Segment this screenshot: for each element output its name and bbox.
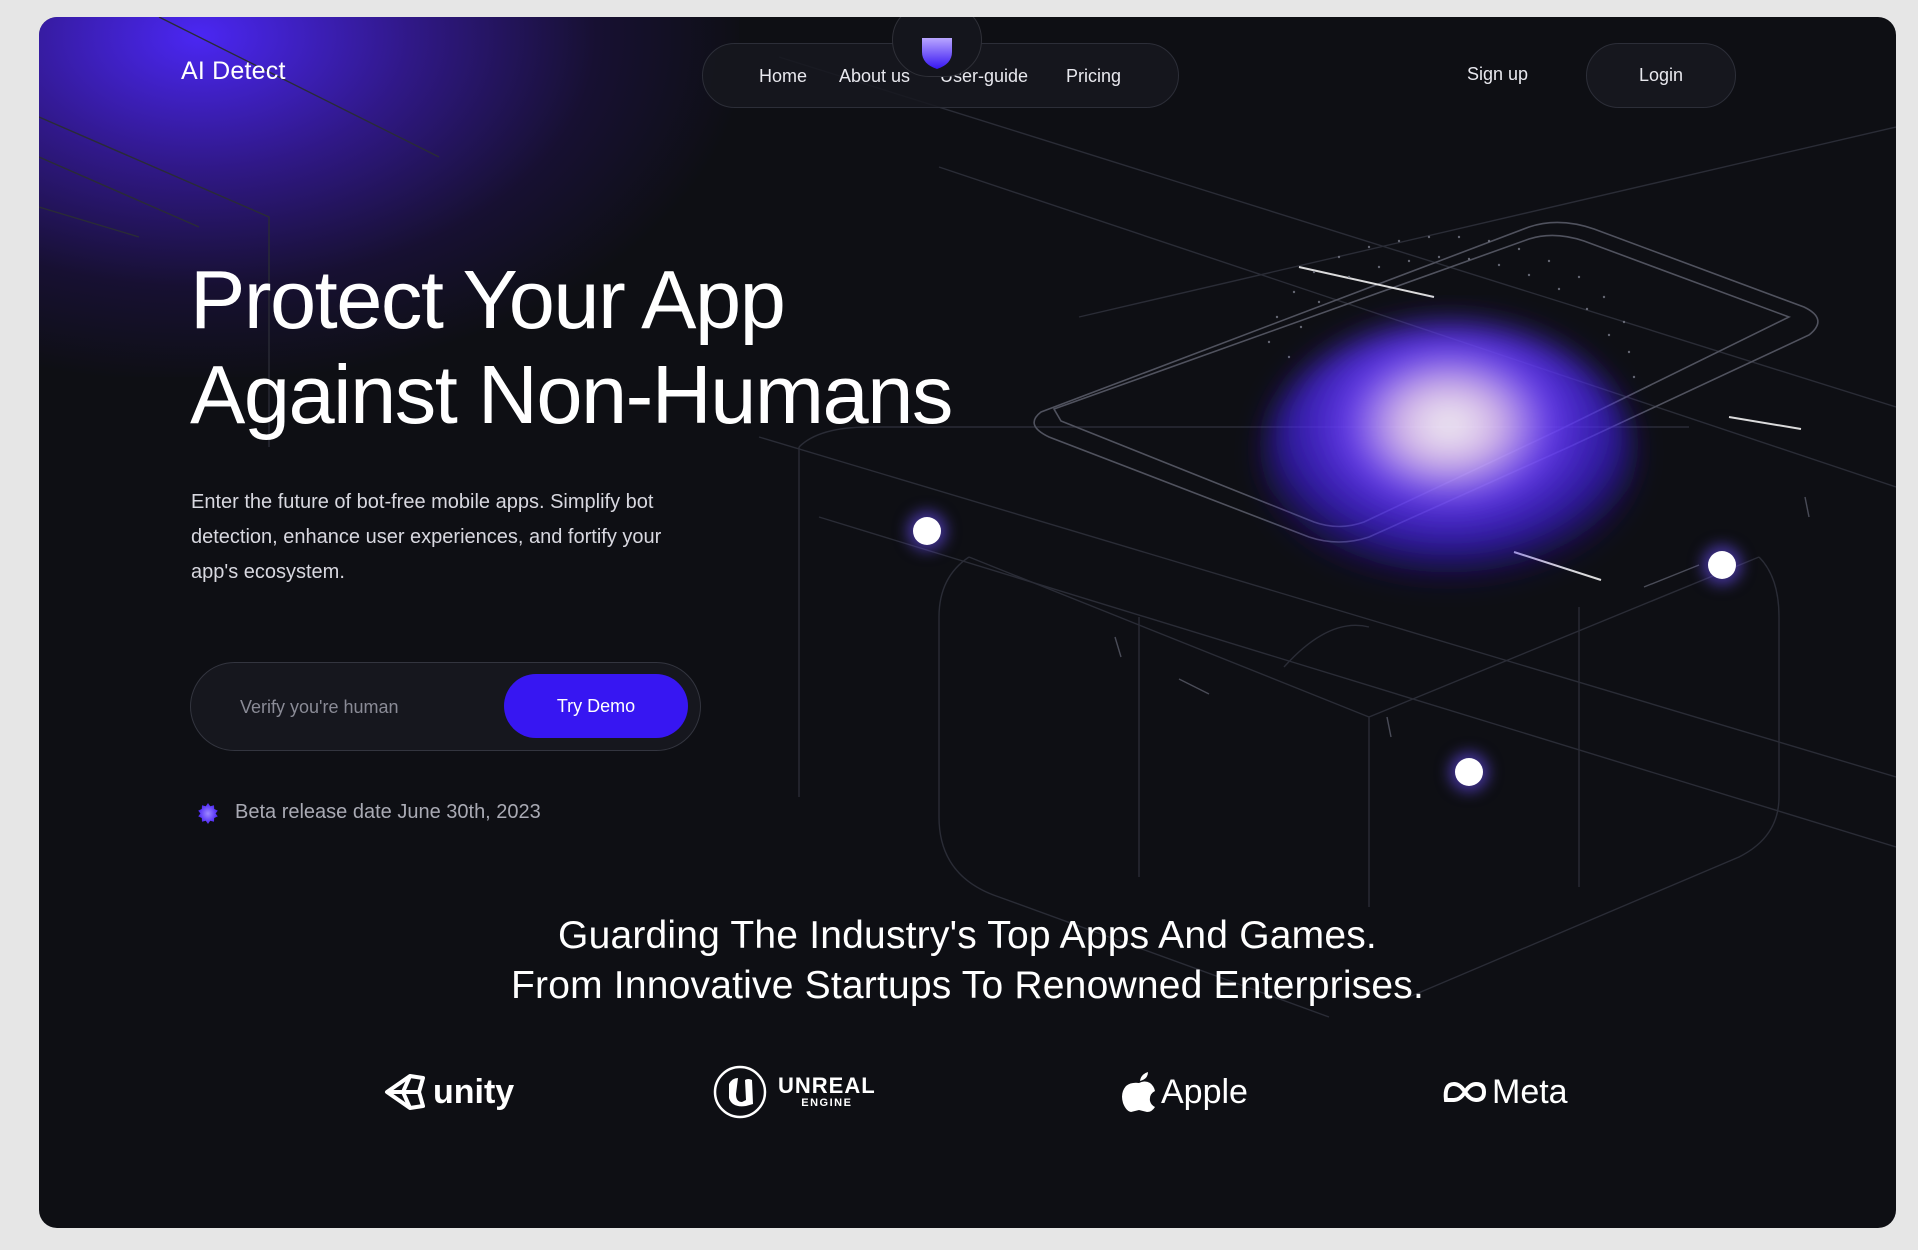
login-button[interactable]: Login [1586, 43, 1736, 108]
beta-text: Beta release date June 30th, 2023 [235, 801, 541, 823]
shield-icon [922, 38, 952, 69]
unity-logo-text: unity [433, 1072, 515, 1111]
partner-logo-unreal: UNREAL ENGINE [712, 1062, 876, 1122]
unreal-logo-text: UNREAL [778, 1073, 876, 1098]
nav-item-about[interactable]: About us [839, 66, 910, 87]
badge-icon [198, 802, 218, 824]
hero-subtitle-line1: Enter the future of bot-free mobile apps… [191, 491, 654, 513]
verify-form: Try Demo [190, 662, 701, 751]
hero-title-line1: Protect Your App [190, 253, 786, 346]
nav-item-home[interactable]: Home [759, 66, 807, 87]
glow-dot [913, 517, 941, 545]
nav-active-indicator [892, 17, 982, 77]
unreal-logo-icon [713, 1065, 767, 1119]
device-illustration [39, 17, 1896, 1018]
hero-title-line2: Against Non-Humans [190, 348, 953, 441]
beta-notice: Beta release date June 30th, 2023 [197, 801, 541, 824]
hero-subtitle-line3: app's ecosystem. [191, 561, 345, 583]
hero-subtitle-line2: detection, enhance user experiences, and… [191, 526, 662, 548]
unity-logo-icon [385, 1074, 425, 1110]
apple-logo-text: Apple [1161, 1072, 1248, 1111]
hero-subtitle: Enter the future of bot-free mobile apps… [191, 485, 731, 590]
unreal-logo-subtext: ENGINE [801, 1097, 853, 1109]
partners-heading-line1: Guarding The Industry's Top Apps And Gam… [558, 914, 1377, 957]
nav-item-pricing[interactable]: Pricing [1066, 66, 1121, 87]
apple-logo-icon [1122, 1072, 1155, 1112]
brand-logo[interactable]: AI Detect [181, 57, 286, 86]
partner-logo-unity: unity [383, 1062, 514, 1122]
glow-dot [1708, 551, 1736, 579]
landing-page: AI Detect Home About us User-guide Prici… [39, 17, 1896, 1228]
partner-logo-apple: Apple [1121, 1062, 1248, 1122]
unreal-logo-wordmark: UNREAL ENGINE [778, 1073, 876, 1110]
try-demo-button[interactable]: Try Demo [504, 674, 688, 738]
hero-title: Protect Your App Against Non-Humans [190, 252, 1090, 442]
signup-link[interactable]: Sign up [1467, 64, 1528, 85]
meta-logo-text: Meta [1492, 1072, 1568, 1111]
glow-dot [1455, 758, 1483, 786]
meta-logo-icon [1443, 1081, 1487, 1103]
partners-heading: Guarding The Industry's Top Apps And Gam… [39, 911, 1896, 1011]
partner-logo-meta: Meta [1442, 1062, 1568, 1122]
partners-heading-line2: From Innovative Startups To Renowned Ent… [510, 964, 1425, 1007]
verify-input[interactable] [215, 681, 475, 733]
